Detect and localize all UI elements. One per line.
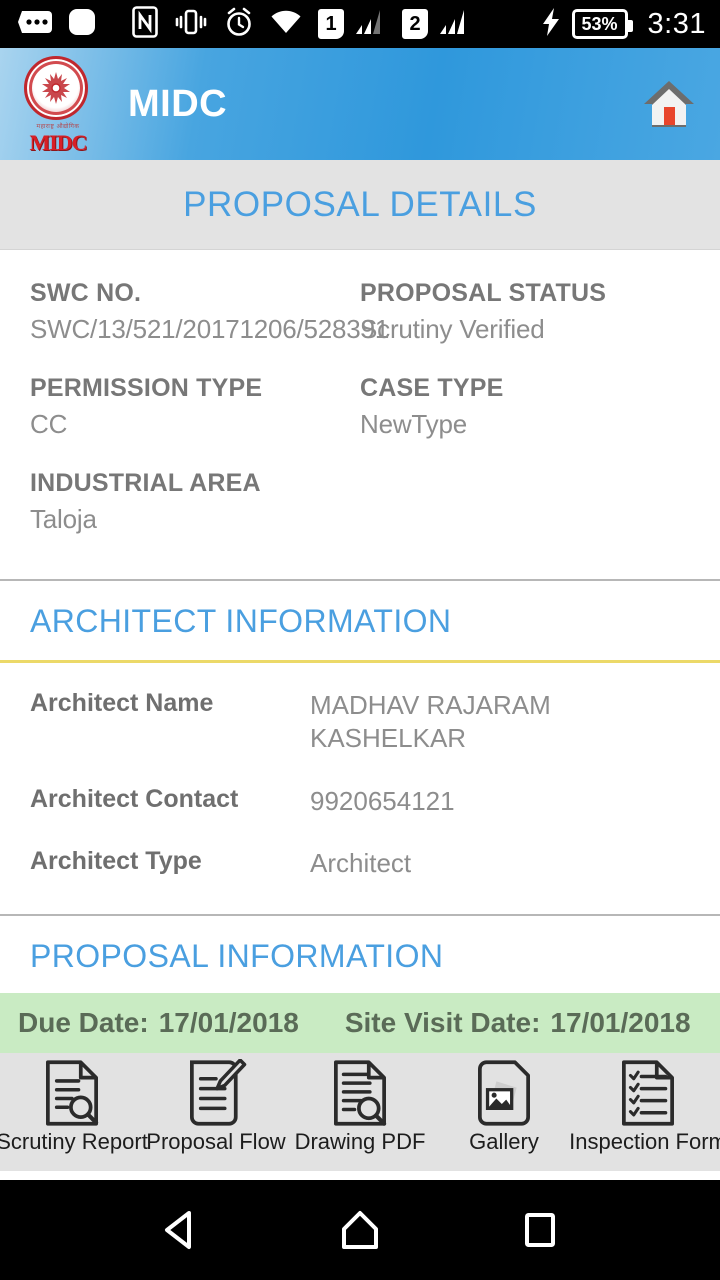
- app-title: MIDC: [128, 82, 228, 125]
- architect-information-list: Architect Name MADHAV RAJARAM KASHELKAR …: [0, 663, 720, 908]
- detail-label: PROPOSAL STATUS: [360, 279, 607, 307]
- detail-value: Taloja: [30, 504, 97, 535]
- detail-label: PERMISSION TYPE: [30, 374, 263, 403]
- document-image-icon: [478, 1060, 530, 1126]
- emblem-detail-icon: [42, 72, 70, 104]
- detail-cell-proposal-status: PROPOSAL STATUS Scrutiny Verified: [360, 278, 690, 373]
- phone-screen: 1 2 53% 3:31 महाराष्ट्र औद्योगिक MIDC MI…: [0, 0, 720, 1280]
- midc-logo: महाराष्ट्र औद्योगिक MIDC: [12, 54, 104, 154]
- tool-label: Gallery: [469, 1129, 539, 1155]
- battery-icon: 53%: [571, 9, 633, 39]
- midc-logo-subtext: महाराष्ट्र औद्योगिक: [36, 124, 80, 130]
- rounded-square-icon: [68, 8, 96, 41]
- home-icon: [342, 1211, 378, 1249]
- architect-name-value: MADHAV RAJARAM KASHELKAR: [310, 690, 551, 753]
- detail-label: SWC NO.: [30, 279, 142, 307]
- signal-icon: [438, 8, 470, 41]
- tool-gallery[interactable]: Gallery: [432, 1059, 576, 1155]
- architect-type-value: Architect: [310, 848, 412, 879]
- detail-value: CC: [30, 409, 68, 440]
- battery-percent-label: 53%: [581, 13, 618, 34]
- detail-label: CASE TYPE: [360, 374, 504, 403]
- tool-scrutiny-report[interactable]: Scrutiny Report: [0, 1059, 148, 1155]
- home-icon: [644, 81, 694, 127]
- app-bar: महाराष्ट्र औद्योगिक MIDC MIDC: [0, 48, 720, 160]
- tool-label: Drawing PDF: [294, 1129, 426, 1155]
- list-item: Architect Name MADHAV RAJARAM KASHELKAR: [30, 689, 690, 755]
- home-button[interactable]: [337, 1207, 383, 1253]
- back-icon: [165, 1211, 191, 1249]
- architect-contact-value: 9920654121: [310, 785, 455, 816]
- detail-row: INDUSTRIAL AREA Taloja: [30, 468, 690, 563]
- wifi-icon: [270, 9, 302, 40]
- site-visit-date: Site Visit Date: 17/01/2018: [345, 1007, 691, 1039]
- site-visit-date-label: Site Visit Date:: [344, 1007, 541, 1039]
- alarm-icon: [224, 7, 254, 42]
- due-date-value: 17/01/2018: [158, 1007, 299, 1039]
- list-item: Architect Type Architect: [30, 847, 690, 880]
- detail-value: SWC/13/521/20171206/528391: [30, 314, 390, 345]
- page-title-bar: PROPOSAL DETAILS: [0, 160, 720, 250]
- midc-logo-text: MIDC: [29, 130, 87, 155]
- detail-cell-industrial-area: INDUSTRIAL AREA Taloja: [30, 468, 360, 563]
- status-bar: 1 2 53% 3:31: [0, 0, 720, 48]
- detail-cell-swc-no: SWC NO. SWC/13/521/20171206/528391: [30, 278, 390, 373]
- signal-icon: [354, 8, 386, 41]
- architect-name-label: Architect Name: [30, 689, 214, 718]
- detail-cell-case-type: CASE TYPE NewType: [360, 373, 690, 468]
- recents-icon: [525, 1213, 555, 1247]
- charging-bolt-icon: [541, 7, 561, 42]
- tool-label: Proposal Flow: [146, 1129, 286, 1155]
- detail-row: SWC NO. SWC/13/521/20171206/528391 PROPO…: [30, 278, 690, 373]
- detail-value: NewType: [360, 409, 467, 440]
- sim2-icon: 2: [402, 9, 428, 39]
- proposal-information-heading: PROPOSAL INFORMATION: [30, 938, 444, 975]
- dots-icon: [18, 9, 52, 40]
- detail-value: Scrutiny Verified: [360, 314, 545, 345]
- nfc-icon: [132, 5, 158, 43]
- architect-information-heading: ARCHITECT INFORMATION: [30, 603, 452, 640]
- due-date: Due Date: 17/01/2018: [18, 1007, 299, 1039]
- document-search-icon: [46, 1060, 99, 1126]
- due-date-label: Due Date:: [18, 1007, 149, 1039]
- detail-cell-permission-type: PERMISSION TYPE CC: [30, 373, 360, 468]
- tool-inspection-form[interactable]: Inspection Form: [569, 1059, 720, 1155]
- clock-label: 3:31: [647, 7, 706, 40]
- detail-label: INDUSTRIAL AREA: [30, 469, 261, 498]
- tool-proposal-flow[interactable]: Proposal Flow: [144, 1059, 288, 1155]
- detail-row: PERMISSION TYPE CC CASE TYPE NewType: [30, 373, 690, 468]
- content-spacer: [0, 1171, 720, 1180]
- proposal-details-grid: SWC NO. SWC/13/521/20171206/528391 PROPO…: [0, 250, 720, 573]
- recents-button[interactable]: [517, 1207, 563, 1253]
- tool-label: Inspection Form: [569, 1129, 720, 1155]
- site-visit-date-value: 17/01/2018: [550, 1007, 691, 1039]
- tool-label: Scrutiny Report: [0, 1129, 148, 1155]
- document-checklist-icon: [622, 1060, 674, 1126]
- page-title: PROPOSAL DETAILS: [183, 184, 537, 224]
- status-bar-right-icons: 53% 3:31: [541, 7, 706, 42]
- document-edit-icon: [190, 1059, 247, 1126]
- document-search-icon: [334, 1060, 387, 1126]
- action-toolbar[interactable]: Scrutiny Report Proposal Flow Drawing PD…: [0, 1053, 720, 1172]
- list-item: Architect Contact 9920654121: [30, 785, 690, 818]
- midc-emblem-icon: [24, 56, 88, 120]
- android-navigation-bar: [0, 1180, 720, 1280]
- tool-drawing-pdf[interactable]: Drawing PDF: [288, 1059, 432, 1155]
- sim1-icon: 1: [318, 9, 344, 39]
- vibrate-icon: [174, 8, 208, 41]
- architect-type-label: Architect Type: [30, 847, 202, 876]
- architect-contact-label: Architect Contact: [30, 784, 239, 813]
- detail-cell-empty: [360, 468, 690, 563]
- home-button[interactable]: [640, 75, 698, 133]
- back-button[interactable]: [157, 1207, 203, 1253]
- dates-bar: Due Date: 17/01/2018 Site Visit Date: 17…: [0, 993, 720, 1054]
- status-bar-left-icons: 1 2: [18, 5, 470, 43]
